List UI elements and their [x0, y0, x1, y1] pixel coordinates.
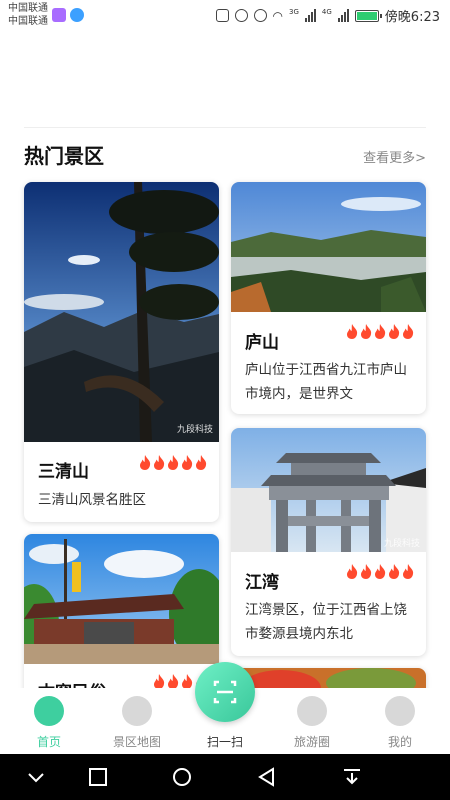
tab-scenic-map[interactable]: 景区地图	[102, 688, 172, 754]
spot-card[interactable]: 九段科技 三清山 三清山风景名胜区	[24, 182, 219, 522]
flame-icon	[361, 564, 372, 579]
flame-icon	[375, 324, 386, 339]
flame-icon	[154, 455, 165, 470]
signal-icon	[304, 9, 316, 22]
signal-icon	[337, 9, 349, 22]
flame-icon	[154, 674, 165, 689]
spot-photo	[231, 428, 426, 552]
spot-card[interactable]: 古窑民俗	[24, 534, 219, 704]
tab-label: 景区地图	[112, 735, 161, 749]
photo-watermark: 九段科技	[383, 539, 420, 549]
flame-icon	[347, 324, 358, 339]
chevron-down-icon[interactable]	[24, 766, 48, 788]
scan-button[interactable]	[195, 662, 255, 722]
clock-time: 傍晚6:23	[384, 10, 440, 25]
app-screen: 中国联通 中国联通 ◠ 3G 4G 傍晚6:23 热门景区 查看更多> 九段科技…	[0, 0, 450, 800]
spot-name: 庐山	[245, 333, 279, 353]
alarm-icon	[234, 9, 248, 22]
scan-icon	[213, 680, 237, 704]
flame-icon	[182, 455, 193, 470]
heat-rating	[139, 455, 207, 470]
flame-icon	[196, 455, 207, 470]
home-circle-icon[interactable]	[170, 766, 194, 788]
compass-icon	[297, 696, 327, 726]
carrier-label: 中国联通	[8, 3, 48, 14]
spot-description: 三清山风景名胜区	[38, 492, 146, 508]
status-icons: ◠ 3G 4G 傍晚6:23	[215, 6, 440, 25]
vibrate-icon	[215, 9, 229, 22]
flame-icon	[403, 564, 414, 579]
battery-icon	[354, 9, 382, 22]
network-type-label: 3G	[289, 7, 299, 16]
system-nav-bar	[0, 754, 450, 800]
tab-profile[interactable]: 我的	[365, 688, 435, 754]
see-more-link[interactable]: 查看更多>	[363, 147, 426, 166]
tab-home[interactable]: 首页	[14, 688, 84, 754]
flame-icon	[389, 324, 400, 339]
spot-name: 江湾	[245, 573, 279, 593]
flame-icon	[403, 324, 414, 339]
carrier-label: 中国联通	[8, 16, 48, 27]
spot-description: 江湾景区，位于江西省上饶市婺源县境内东北	[245, 602, 407, 642]
divider	[24, 127, 426, 128]
wifi-icon: ◠	[272, 8, 284, 23]
spot-card[interactable]: 庐山 庐山位于江西省九江市庐山市境内，是世界文	[231, 182, 426, 414]
notification-pull-icon[interactable]	[340, 766, 364, 788]
flame-icon	[347, 564, 358, 579]
spot-photo	[24, 534, 219, 664]
user-icon	[385, 696, 415, 726]
flame-icon	[168, 455, 179, 470]
notification-app-icon	[52, 8, 66, 22]
back-icon[interactable]	[255, 766, 279, 788]
notification-app-icon	[70, 8, 84, 22]
spot-photo	[231, 182, 426, 312]
tab-travel-circle[interactable]: 旅游圈	[277, 688, 347, 754]
flame-icon	[168, 674, 179, 689]
network-type-label: 4G	[321, 7, 332, 16]
section-title: 热门景区	[24, 144, 104, 168]
status-bar: 中国联通 中国联通 ◠ 3G 4G 傍晚6:23	[0, 0, 450, 34]
spot-description: 庐山位于江西省九江市庐山市境内，是世界文	[245, 362, 407, 402]
flame-icon	[140, 455, 151, 470]
heat-rating	[346, 324, 414, 339]
flame-icon	[361, 324, 372, 339]
recent-apps-icon[interactable]	[86, 766, 110, 788]
spot-card[interactable]: 九段科技 江湾 江湾景区，位于江西省上饶市婺源县境内东北	[231, 428, 426, 656]
home-icon	[34, 696, 64, 726]
photo-watermark: 九段科技	[176, 425, 213, 435]
tab-label: 旅游圈	[293, 735, 330, 749]
heat-rating	[346, 564, 414, 579]
flame-icon	[375, 564, 386, 579]
tab-label: 首页	[36, 735, 61, 749]
scan-label[interactable]: 扫一扫	[190, 733, 260, 750]
tab-label: 我的	[387, 735, 412, 749]
spot-name: 三清山	[38, 462, 89, 482]
map-pin-icon	[122, 696, 152, 726]
eye-icon	[253, 9, 267, 22]
flame-icon	[182, 674, 193, 689]
flame-icon	[389, 564, 400, 579]
spot-photo	[24, 182, 219, 442]
